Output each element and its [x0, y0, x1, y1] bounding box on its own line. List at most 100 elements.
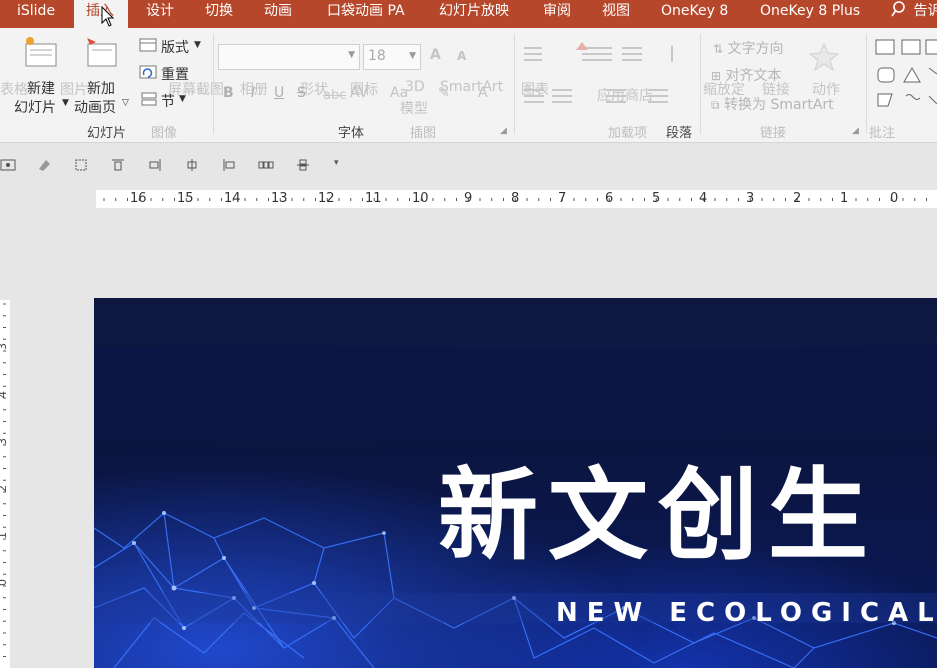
layout-dropdown-icon[interactable]: ▼: [194, 40, 201, 50]
new-slide-dropdown-icon[interactable]: ▼: [62, 98, 69, 108]
strikethrough-button[interactable]: S: [297, 85, 306, 101]
section-dropdown-icon[interactable]: ▼: [179, 94, 186, 104]
tab-pocket-animation[interactable]: 口袋动画 PA: [325, 0, 407, 28]
slide-title[interactable]: 新文创生: [438, 466, 878, 566]
ribbon-separator: [213, 34, 214, 134]
italic-button[interactable]: I: [251, 85, 255, 101]
group-label-comments: 批注: [869, 126, 896, 141]
layout-button[interactable]: 版式: [161, 37, 189, 57]
align-text-label: 对齐文本: [725, 68, 782, 84]
slide-canvas[interactable]: 新文创生 NEW ECOLOGICAL: [94, 298, 937, 668]
eraser-icon[interactable]: [36, 157, 52, 173]
ruler-label: 12: [318, 191, 335, 206]
group-label-font: 字体: [338, 126, 365, 141]
tab-transitions[interactable]: 切换: [203, 0, 235, 28]
font-size-value: 18: [368, 48, 386, 64]
action-star-icon: [808, 42, 840, 72]
ribbon-separator: [700, 34, 701, 134]
new-animation-dropdown-icon[interactable]: ▽: [122, 98, 129, 108]
ruler-label: 5: [652, 191, 661, 206]
ruler-label: 10: [412, 191, 429, 206]
grow-font-icon[interactable]: A: [430, 47, 441, 63]
font-size-dropdown[interactable]: 18 ▼: [363, 44, 421, 70]
new-animation-label-1[interactable]: 新加: [87, 78, 115, 98]
ruler-label: 11: [365, 191, 382, 206]
links-dialog-launcher-icon[interactable]: ◢: [852, 126, 859, 136]
group-label-paragraph: 段落: [666, 126, 693, 141]
font-dialog-launcher-icon[interactable]: ◢: [500, 126, 507, 136]
change-case-button[interactable]: Aa: [390, 85, 408, 101]
align-center-icon[interactable]: [184, 157, 200, 173]
convert-smartart-icon: ⧉: [711, 98, 720, 112]
align-text-icon: ⊞: [711, 69, 722, 83]
align-left-icon[interactable]: [221, 157, 237, 173]
align-text-button[interactable]: ⊞ 对齐文本: [711, 65, 782, 85]
align-right-icon[interactable]: [147, 157, 163, 173]
ruler-label: 4: [699, 191, 708, 206]
view-icon[interactable]: [0, 157, 16, 173]
reset-button[interactable]: 重置: [161, 64, 189, 84]
tab-review[interactable]: 审阅: [541, 0, 573, 28]
ribbon-separator: [514, 34, 515, 134]
paragraph-icons: [524, 42, 673, 103]
search-label: 告诉: [913, 3, 937, 19]
tab-view[interactable]: 视图: [600, 0, 632, 28]
group-label-addins: 加载项: [608, 126, 648, 141]
vruler-label: 3: [0, 438, 9, 445]
horizontal-ruler: 16 15 14 13 12 11 10 9 8 7 6 5 4 3 2 1 0: [96, 190, 937, 208]
bold-button[interactable]: B: [223, 85, 234, 101]
shrink-font-icon[interactable]: A: [457, 49, 466, 63]
new-slide-label-2[interactable]: 幻灯片: [14, 97, 56, 117]
tell-me-search[interactable]: 告诉: [891, 0, 937, 28]
font-family-dropdown-icon: ▼: [348, 50, 355, 60]
underline-button[interactable]: U: [274, 85, 284, 101]
tab-islide[interactable]: iSlide: [15, 0, 57, 28]
new-animation-page-icon: [87, 38, 117, 67]
new-animation-label-2[interactable]: 动画页: [74, 97, 116, 117]
tab-slideshow[interactable]: 幻灯片放映: [437, 0, 511, 28]
tab-onekey8-plus[interactable]: OneKey 8 Plus: [758, 0, 862, 28]
layout-icon: [139, 38, 157, 52]
tab-design[interactable]: 设计: [144, 0, 176, 28]
ghost-picture-label: 图片: [60, 82, 88, 98]
distribute-vertical-icon[interactable]: [295, 157, 311, 173]
toolbar-more-icon[interactable]: ▾: [334, 158, 339, 168]
ruler-label: 13: [271, 191, 288, 206]
font-color-button[interactable]: A: [478, 85, 488, 101]
lightbulb-search-icon: [891, 1, 905, 17]
new-slide-label-1[interactable]: 新建: [27, 78, 55, 98]
ruler-label: 16: [130, 191, 147, 206]
select-box-icon[interactable]: [73, 157, 89, 173]
font-size-dropdown-icon: ▼: [409, 51, 416, 61]
align-top-icon[interactable]: [110, 157, 126, 173]
group-label-slides: 幻灯片: [87, 126, 127, 141]
vruler-ticks: [3, 303, 6, 657]
align-toolbar: [0, 144, 937, 186]
ruler-label: 15: [177, 191, 194, 206]
ruler-label: 8: [511, 191, 520, 206]
tab-onekey8[interactable]: OneKey 8: [659, 0, 730, 28]
font-family-dropdown[interactable]: ▼: [218, 44, 360, 70]
text-shadow-button[interactable]: abc: [323, 88, 346, 103]
section-button[interactable]: 节: [161, 91, 175, 111]
convert-smartart-label: 转换为 SmartArt: [724, 97, 834, 113]
distribute-horizontal-icon[interactable]: [258, 157, 274, 173]
text-direction-button[interactable]: ⇅ 文字方向: [713, 38, 784, 58]
vruler-label: 1: [0, 532, 9, 539]
slide-subtitle[interactable]: NEW ECOLOGICAL: [556, 598, 937, 628]
ruler-label: 3: [746, 191, 755, 206]
vruler-label: 2: [0, 485, 9, 492]
text-direction-label: 文字方向: [727, 41, 784, 57]
new-slide-icon: [25, 37, 57, 67]
vertical-ruler: 3 4 3 2 1 0: [0, 300, 10, 668]
ribbon-panel: 表格 图片 屏幕截图 相册 形状 图标 3D 模型 SmartArt 图表 应用…: [0, 28, 937, 143]
mouse-cursor-icon: [101, 6, 115, 27]
section-icon: [141, 92, 157, 106]
shapes-gallery[interactable]: [874, 38, 937, 114]
ribbon-separator: [866, 34, 867, 134]
ghost-table-label: 表格: [0, 82, 28, 98]
char-spacing-button[interactable]: AV: [350, 85, 368, 101]
tab-animations[interactable]: 动画: [262, 0, 294, 28]
convert-smartart-button[interactable]: ⧉ 转换为 SmartArt: [711, 94, 834, 114]
highlight-button[interactable]: ✎: [438, 85, 450, 101]
